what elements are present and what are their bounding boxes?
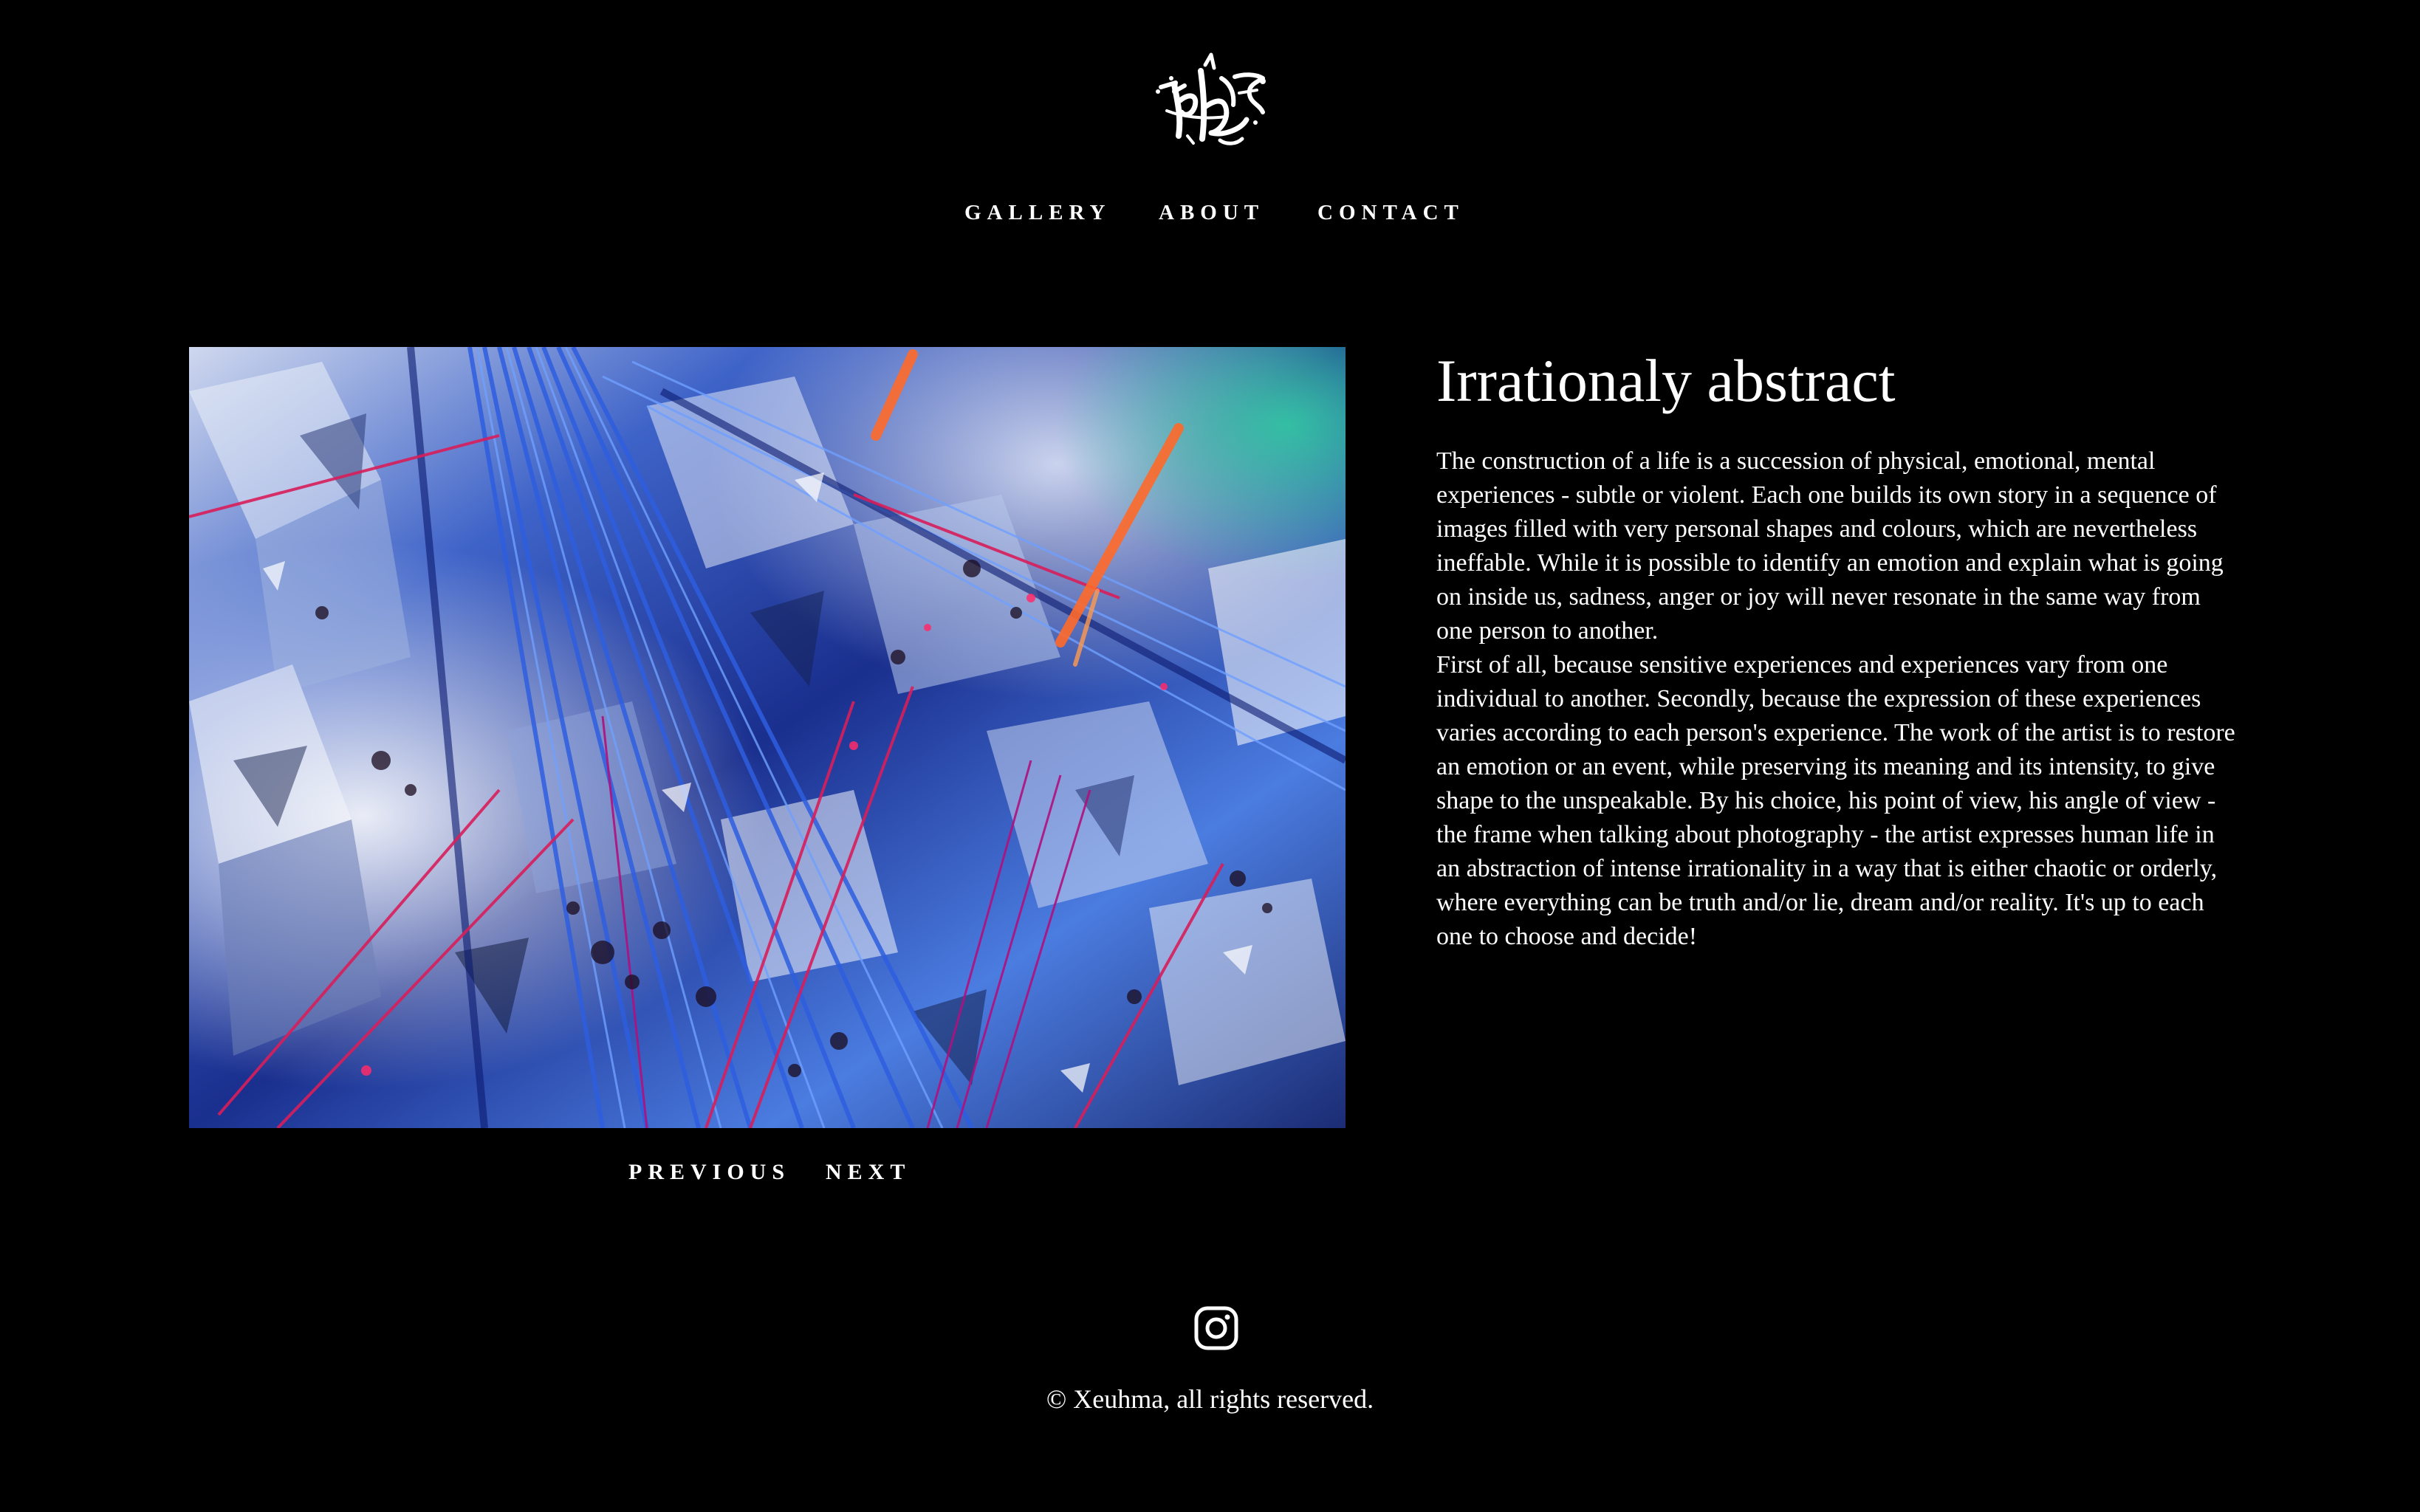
- site-logo[interactable]: [1152, 49, 1270, 152]
- instagram-icon: [1194, 1306, 1238, 1350]
- previous-link[interactable]: PREVIOUS: [628, 1158, 790, 1187]
- next-link[interactable]: NEXT: [826, 1158, 911, 1187]
- nav-contact-link[interactable]: CONTACT: [1317, 198, 1464, 227]
- copyright-text: © Xeuhma, all rights reserved.: [1046, 1384, 1374, 1414]
- description-paragraph-1: The construction of a life is a successi…: [1436, 447, 2224, 645]
- instagram-link[interactable]: [1193, 1305, 1239, 1351]
- pagination: PREVIOUS NEXT: [0, 1158, 2420, 1187]
- nav-gallery-link[interactable]: GALLERY: [964, 198, 1111, 227]
- nav-about-link[interactable]: ABOUT: [1159, 198, 1264, 227]
- graffiti-signature-logo-icon: [1156, 52, 1266, 145]
- artwork-description: The construction of a life is a successi…: [1436, 444, 2241, 954]
- main-nav: GALLERY ABOUT CONTACT: [0, 198, 2420, 227]
- artwork-graphic: [189, 347, 1346, 1128]
- artwork-title: Irrationaly abstract: [1436, 347, 1896, 414]
- artwork-image[interactable]: [189, 347, 1346, 1128]
- description-paragraph-2: First of all, because sensitive experien…: [1436, 651, 2235, 950]
